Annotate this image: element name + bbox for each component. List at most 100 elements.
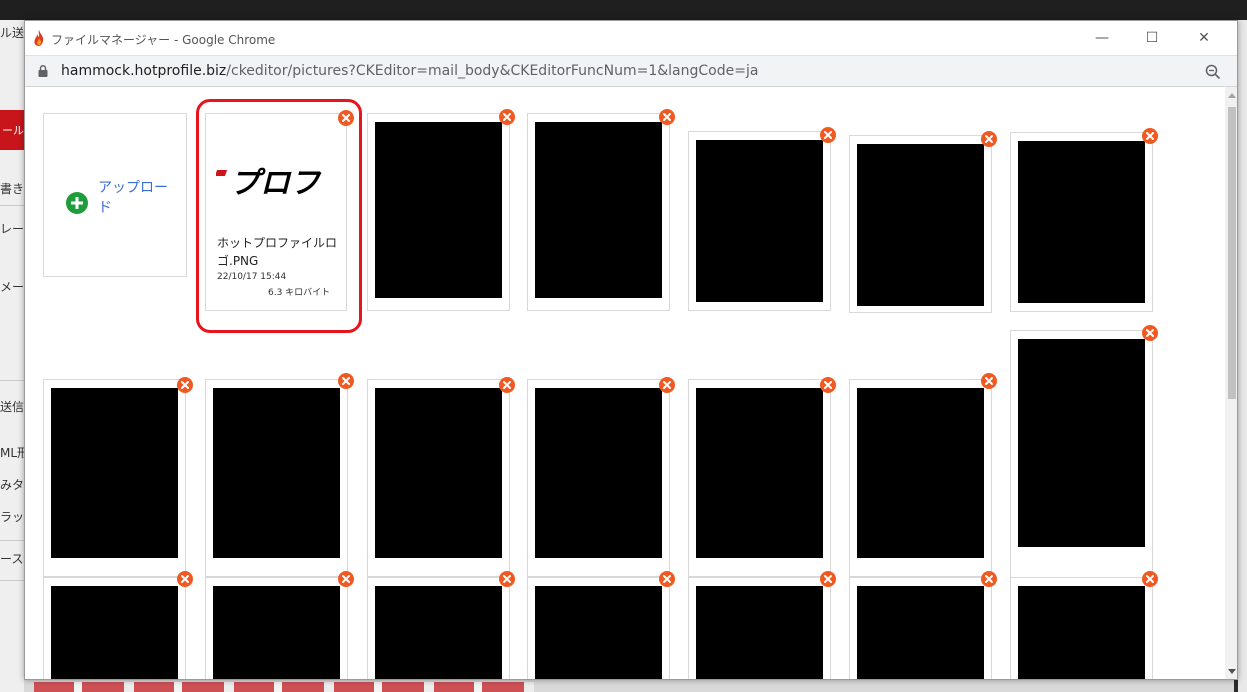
file-date: 22/10/17 15:44 bbox=[217, 272, 287, 282]
delete-button[interactable] bbox=[659, 377, 675, 393]
redacted-thumbnail bbox=[696, 140, 823, 302]
delete-button[interactable] bbox=[177, 377, 193, 393]
file-tile[interactable] bbox=[43, 577, 186, 679]
file-tile[interactable] bbox=[527, 577, 670, 679]
delete-button[interactable] bbox=[659, 571, 675, 587]
file-tile[interactable] bbox=[1010, 577, 1153, 679]
file-tile[interactable] bbox=[688, 577, 831, 679]
redacted-thumbnail bbox=[1018, 586, 1145, 679]
redacted-thumbnail bbox=[51, 586, 178, 679]
delete-icon bbox=[181, 575, 189, 583]
delete-button[interactable] bbox=[177, 571, 193, 587]
background-divider bbox=[0, 380, 24, 381]
file-tile[interactable] bbox=[367, 577, 510, 679]
delete-button[interactable] bbox=[338, 373, 354, 389]
title-bar[interactable]: ファイルマネージャー - Google Chrome — ☐ ✕ bbox=[25, 21, 1237, 55]
logo-text: プロフ bbox=[230, 166, 320, 196]
close-button[interactable]: ✕ bbox=[1183, 25, 1225, 51]
scrollbar[interactable] bbox=[1225, 87, 1237, 679]
file-tile[interactable] bbox=[367, 113, 510, 311]
delete-icon bbox=[181, 381, 189, 389]
file-grid: アップロード プロフ ホットプロファイルロゴ.PNG 22/10/17 15:4… bbox=[25, 87, 1225, 679]
file-tile[interactable] bbox=[43, 379, 186, 577]
maximize-button[interactable]: ☐ bbox=[1131, 25, 1173, 51]
delete-icon bbox=[342, 114, 350, 122]
file-tile[interactable] bbox=[205, 577, 348, 679]
address-bar[interactable]: hammock.hotprofile.biz/ckeditor/pictures… bbox=[25, 55, 1237, 87]
delete-button[interactable] bbox=[981, 373, 997, 389]
background-red-band: ール bbox=[0, 110, 24, 150]
delete-icon bbox=[503, 381, 511, 389]
delete-button[interactable] bbox=[981, 131, 997, 147]
delete-button[interactable] bbox=[499, 109, 515, 125]
delete-button[interactable] bbox=[338, 571, 354, 587]
delete-button[interactable] bbox=[659, 109, 675, 125]
redacted-thumbnail bbox=[51, 388, 178, 558]
background-fragment: メー bbox=[0, 280, 24, 294]
delete-icon bbox=[1146, 575, 1154, 583]
background-fragment: レー bbox=[0, 222, 24, 236]
minimize-button[interactable]: — bbox=[1081, 25, 1123, 51]
scroll-up-arrow[interactable] bbox=[1228, 93, 1236, 98]
scroll-down-arrow[interactable] bbox=[1228, 669, 1236, 674]
redacted-thumbnail bbox=[1018, 141, 1145, 303]
redacted-thumbnail bbox=[857, 144, 984, 306]
delete-button[interactable] bbox=[499, 377, 515, 393]
file-name: ホットプロファイルロゴ.PNG bbox=[217, 236, 338, 268]
file-tile[interactable] bbox=[1010, 132, 1153, 312]
delete-button[interactable] bbox=[820, 571, 836, 587]
logo-red-mark bbox=[216, 170, 228, 176]
file-tile[interactable] bbox=[849, 577, 992, 679]
redacted-thumbnail bbox=[857, 586, 984, 679]
background-logo-fragment bbox=[34, 682, 534, 692]
background-fragment: ール bbox=[2, 124, 24, 137]
lock-icon bbox=[38, 65, 48, 77]
delete-button[interactable] bbox=[981, 571, 997, 587]
upload-button[interactable]: アップロード bbox=[43, 113, 187, 277]
window-title: ファイルマネージャー - Google Chrome bbox=[51, 33, 276, 47]
delete-button[interactable] bbox=[1142, 571, 1158, 587]
delete-button[interactable] bbox=[499, 571, 515, 587]
plus-circle-icon bbox=[66, 192, 88, 214]
delete-button[interactable] bbox=[1142, 325, 1158, 341]
url-host: hammock.hotprofile.biz bbox=[61, 63, 227, 79]
upload-label: アップロード bbox=[98, 180, 168, 216]
delete-icon bbox=[663, 113, 671, 121]
background-divider bbox=[0, 205, 24, 206]
file-tile[interactable] bbox=[527, 113, 670, 311]
redacted-thumbnail bbox=[857, 388, 984, 558]
file-tile[interactable] bbox=[688, 131, 831, 311]
file-tile[interactable] bbox=[849, 379, 992, 577]
delete-button[interactable] bbox=[338, 110, 354, 126]
delete-button[interactable] bbox=[820, 377, 836, 393]
background-fragment: ース bbox=[0, 552, 24, 566]
file-tile[interactable]: プロフ ホットプロファイルロゴ.PNG 22/10/17 15:44 6.3 キ… bbox=[205, 113, 347, 311]
zoom-icon[interactable] bbox=[1203, 62, 1223, 82]
delete-icon bbox=[985, 377, 993, 385]
delete-icon bbox=[663, 381, 671, 389]
delete-icon bbox=[1146, 132, 1154, 140]
redacted-thumbnail bbox=[1018, 339, 1145, 547]
file-tile[interactable] bbox=[849, 135, 992, 313]
background-fragment: 書き bbox=[0, 182, 24, 196]
scrollbar-thumb[interactable] bbox=[1228, 107, 1236, 399]
delete-button[interactable] bbox=[1142, 128, 1158, 144]
file-tile[interactable] bbox=[1010, 330, 1153, 578]
url-text[interactable]: hammock.hotprofile.biz/ckeditor/pictures… bbox=[61, 63, 758, 79]
delete-button[interactable] bbox=[820, 127, 836, 143]
delete-icon bbox=[824, 131, 832, 139]
file-tile[interactable] bbox=[367, 379, 510, 577]
background-fragment: ル送 bbox=[0, 26, 24, 40]
redacted-thumbnail bbox=[375, 388, 502, 558]
file-tile[interactable] bbox=[205, 379, 348, 577]
delete-icon bbox=[663, 575, 671, 583]
background-fragment: ラッ bbox=[0, 510, 24, 524]
file-tile[interactable] bbox=[527, 379, 670, 577]
redacted-thumbnail bbox=[535, 586, 662, 679]
delete-icon bbox=[824, 575, 832, 583]
file-tile[interactable] bbox=[688, 379, 831, 577]
delete-icon bbox=[342, 377, 350, 385]
redacted-thumbnail bbox=[375, 122, 502, 298]
app-flame-icon bbox=[34, 30, 44, 46]
background-page-right bbox=[1238, 20, 1247, 692]
